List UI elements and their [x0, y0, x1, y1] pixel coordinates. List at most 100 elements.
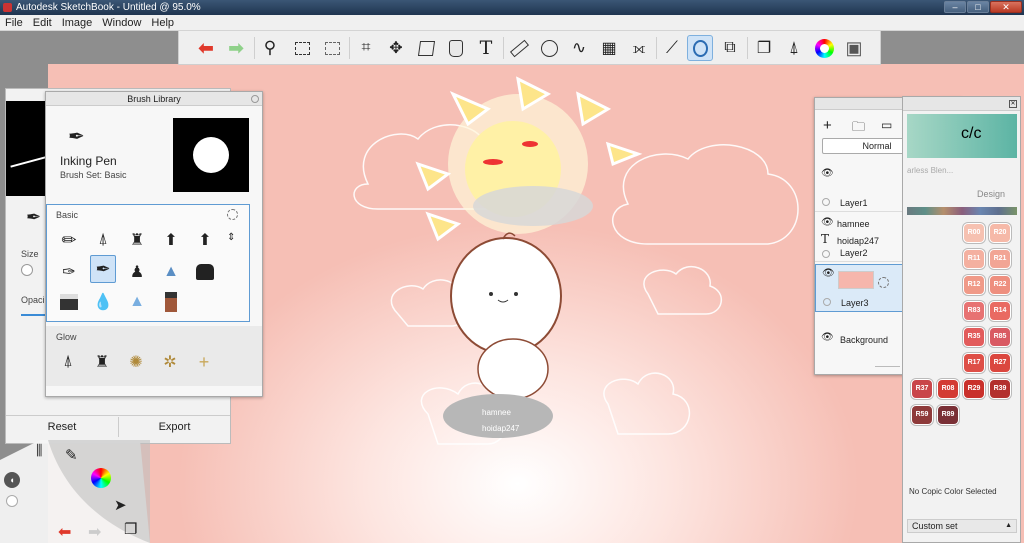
menu-image[interactable]: Image — [57, 15, 98, 31]
copic-library-button[interactable]: ▣ — [841, 35, 867, 61]
color-wheel-button[interactable] — [811, 35, 837, 61]
copic-swatch[interactable]: R17 — [963, 353, 985, 373]
zoom-button[interactable]: ⚲ — [257, 35, 283, 61]
symmetry-button[interactable]: ⟗ — [626, 35, 652, 61]
lagoon-redo-icon[interactable]: ➡ — [88, 522, 101, 542]
brush-fineliner[interactable]: ⬆ — [192, 226, 218, 254]
layer-lock-icon[interactable] — [822, 250, 830, 258]
eye-visibility-icon[interactable]: 👁 — [821, 332, 834, 343]
copic-swatch[interactable]: R59 — [911, 405, 933, 425]
layers-toggle-button[interactable]: ❐ — [751, 35, 777, 61]
perspective-button[interactable]: ▦ — [596, 35, 622, 61]
scroll-arrows-icon[interactable]: ⇕ — [227, 232, 235, 243]
lagoon-select-arrow-icon[interactable]: ➤ — [114, 496, 127, 514]
brushes-toggle-button[interactable]: ⍋ — [781, 35, 807, 61]
add-image-icon[interactable]: ▭ — [881, 118, 892, 132]
brush-blur[interactable]: ▲ — [124, 288, 150, 316]
lagoon-layers-icon[interactable]: ❐ — [124, 520, 137, 538]
copic-swatch[interactable]: R22 — [989, 275, 1011, 295]
brush-inking-pen[interactable]: ✒ — [90, 255, 116, 283]
copic-swatch[interactable]: R14 — [989, 301, 1011, 321]
brush-ballpoint[interactable]: ⍋ — [90, 226, 116, 254]
copic-swatch[interactable]: R29 — [963, 379, 985, 399]
layer-lock-icon[interactable] — [822, 198, 830, 206]
copic-swatch[interactable]: R11 — [963, 249, 985, 269]
glow-brush-5[interactable]: + — [191, 348, 217, 376]
fill-button[interactable] — [443, 35, 469, 61]
brush-ink[interactable]: ♟ — [124, 258, 150, 286]
glow-brush-1[interactable]: ⍋ — [55, 348, 81, 376]
transform-button[interactable]: ✥ — [383, 35, 409, 61]
eye-visibility-icon[interactable]: 👁 — [822, 268, 835, 279]
shapes-button[interactable]: ⧉ — [717, 35, 743, 61]
minimize-button[interactable]: – — [944, 1, 966, 13]
eye-visibility-icon[interactable]: 👁 — [821, 168, 834, 179]
copic-swatch[interactable]: R37 — [911, 379, 933, 399]
panel-close-icon[interactable]: ✕ — [1009, 100, 1017, 108]
copic-swatch[interactable]: R20 — [989, 223, 1011, 243]
custom-set-header[interactable]: Custom set ▲ — [907, 519, 1017, 533]
brush-eraser-soft[interactable] — [56, 288, 82, 316]
copic-swatch[interactable]: R89 — [937, 405, 959, 425]
copic-swatch[interactable]: R08 — [937, 379, 959, 399]
brush-texture[interactable] — [158, 288, 184, 316]
crop-button[interactable]: ⌗ — [353, 35, 379, 61]
lagoon-undo-icon[interactable]: ⬅ — [58, 522, 71, 542]
brush-eraser-hard[interactable] — [192, 258, 218, 286]
ruler-button[interactable] — [506, 35, 532, 61]
fill-bucket-icon — [449, 39, 463, 57]
glow-pen-icon: ⍋ — [63, 353, 73, 370]
copic-search-field[interactable]: arless Blen... — [907, 163, 1017, 179]
menu-window[interactable]: Window — [97, 15, 146, 31]
menu-help[interactable]: Help — [146, 15, 179, 31]
glow-brush-2[interactable]: ♜ — [89, 348, 115, 376]
lagoon-settings-icon[interactable]: ⫼ — [36, 442, 42, 459]
maximize-button[interactable]: □ — [967, 1, 989, 13]
copic-swatch[interactable]: R21 — [989, 249, 1011, 269]
copic-swatch[interactable]: R83 — [963, 301, 985, 321]
menu-edit[interactable]: Edit — [28, 15, 57, 31]
eye-visibility-icon[interactable]: 👁 — [821, 217, 834, 228]
undo-button[interactable]: ⬅ — [193, 35, 219, 61]
layer-lock-icon[interactable] — [823, 298, 831, 306]
add-group-folder-icon[interactable]: 🗀 — [852, 118, 865, 140]
glow-brush-4[interactable]: ✲ — [157, 348, 183, 376]
size-slider-handle[interactable] — [21, 264, 33, 276]
copic-swatch[interactable]: R39 — [989, 379, 1011, 399]
lagoon-color-wheel-icon[interactable] — [91, 468, 111, 488]
add-layer-icon[interactable]: + — [823, 117, 832, 134]
brush-chisel[interactable]: ⬆ — [158, 226, 184, 254]
color-puck-icon[interactable] — [6, 495, 18, 507]
brush-settings-icon[interactable] — [227, 209, 238, 220]
copic-swatch[interactable]: R35 — [963, 327, 985, 347]
stroke-button[interactable]: ⟋ — [659, 35, 685, 61]
brush-size-puck-icon[interactable]: ◖ — [4, 472, 20, 488]
copic-family-strip[interactable] — [907, 207, 1017, 215]
panel-close-icon[interactable] — [251, 95, 259, 103]
select-rect-icon — [294, 41, 310, 55]
brush-airbrush[interactable]: ▲ — [158, 258, 184, 286]
ellipse-guide-button[interactable] — [536, 35, 562, 61]
lasso-button[interactable] — [319, 35, 345, 61]
export-button[interactable]: Export — [118, 417, 230, 437]
brush-smudge[interactable]: 💧 — [90, 288, 116, 316]
redo-button[interactable]: ➡ — [223, 35, 249, 61]
copic-swatch[interactable]: R12 — [963, 275, 985, 295]
glow-brush-3[interactable]: ✺ — [123, 348, 149, 376]
reset-button[interactable]: Reset — [6, 417, 118, 437]
copic-swatch[interactable]: R00 — [963, 223, 985, 243]
lagoon-brush-icon[interactable]: ✎ — [65, 446, 78, 464]
predictive-stroke-button[interactable] — [687, 35, 713, 61]
text-button[interactable]: T — [473, 35, 499, 61]
menu-file[interactable]: File — [0, 15, 28, 31]
brush-technical-pen[interactable]: ✑ — [56, 258, 82, 286]
brush-marker[interactable]: ♜ — [124, 226, 150, 254]
copic-swatch[interactable]: R27 — [989, 353, 1011, 373]
distort-button[interactable] — [413, 35, 439, 61]
select-button[interactable] — [289, 35, 315, 61]
close-button[interactable]: ✕ — [990, 1, 1022, 13]
copic-swatch[interactable]: R85 — [989, 327, 1011, 347]
french-curve-button[interactable]: ∿ — [566, 35, 592, 61]
brush-pencil[interactable]: ✏ — [56, 226, 82, 254]
copic-design-tab[interactable]: Design — [977, 189, 1005, 199]
